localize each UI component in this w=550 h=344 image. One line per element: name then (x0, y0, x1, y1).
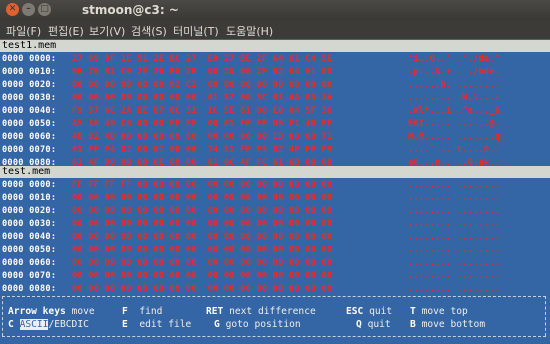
row-addr: 0000 0010: (2, 193, 57, 203)
row-addr: 0000 0010: (2, 67, 57, 77)
row-hex: 4D 02 4D 00 00 00 00 80 00 00 00 00 1D 0… (72, 132, 333, 142)
row-ascii: E6I..... ......@. (408, 119, 501, 129)
help-arrow: Arrow keys move (8, 306, 95, 317)
hexdump-row: 0000 0020: 00 00 00 00 00 00 00 00 00 00 … (0, 205, 550, 217)
hexdump-row: 0000 0050: 45 36 49 C6 00 00 FF FF 00 01 … (0, 118, 550, 130)
row-ascii: .Wl*...1 .^a..._6 (408, 106, 501, 116)
row-hex: 01 FF F4 02 60 07 00 00 74 81 FF F5 02 4… (72, 145, 333, 155)
hexdump-row: 0000 0010: 00 00 00 00 00 00 00 00 00 00 … (0, 192, 550, 204)
row-addr: 0000 0040: (2, 106, 57, 116)
row-ascii: ........ ........ (408, 180, 501, 190)
ascii-selected: ASCII (19, 319, 49, 330)
row-hex: 00 00 00 00 00 00 00 00 01 57 00 5C 81 A… (72, 93, 333, 103)
hexdump-row: 0000 0070: 00 00 00 00 00 00 00 00 00 00 … (0, 270, 550, 282)
close-window-button[interactable]: ✕ (6, 3, 19, 16)
hexdump-row: 0000 0060: 4D 02 4D 00 00 00 00 80 00 00 … (0, 131, 550, 143)
hexdump-row: 0000 0030: 00 00 00 00 00 00 00 00 01 57 … (0, 92, 550, 104)
hexdump-row: 0000 0020: 00 00 00 00 00 08 62 C2 00 00 … (0, 79, 550, 91)
help-move-top: T move top (410, 306, 468, 317)
row-addr: 0000 0020: (2, 206, 57, 216)
menu-edit[interactable]: 편집(E) (48, 23, 84, 39)
maximize-window-button[interactable]: □ (38, 3, 51, 16)
hexdump-row: 0000 0080: 00 00 00 00 00 00 00 00 00 00 … (0, 283, 550, 295)
row-addr: 0000 0040: (2, 232, 57, 242)
row-hex: 00 00 00 00 00 00 00 00 00 00 00 00 00 0… (72, 206, 333, 216)
row-ascii: ........ ........ (408, 258, 501, 268)
row-ascii: 'i..Q..' .'./da.^ (408, 54, 501, 64)
help-next-diff: RET next difference (206, 306, 316, 317)
hexdump-row: 0000 0010: 9B 70 81 C0 2E 26 B6 2B 00 20 … (0, 66, 550, 78)
help-bottom-border (2, 336, 546, 337)
row-ascii: ....`... t....O.. (408, 145, 501, 155)
row-ascii: ........ ........ (408, 193, 501, 203)
help-left-border (2, 296, 3, 336)
help-q-quit: Q quit (356, 319, 391, 330)
row-ascii: ........ .W.\...: (408, 93, 501, 103)
row-hex: 9B 70 81 C0 2E 26 B6 2B 00 20 00 2F 62 6… (72, 67, 333, 77)
row-addr: 0000 0020: (2, 80, 57, 90)
help-top-border (2, 296, 546, 297)
row-hex: 00 00 00 00 00 00 00 00 00 00 00 00 00 0… (72, 193, 333, 203)
row-hex: 00 00 00 00 00 00 00 00 00 00 00 00 00 0… (72, 219, 333, 229)
hexdump-row: 0000 0000: FF FF FF FF 00 00 00 00 00 00 … (0, 179, 550, 191)
row-hex: 00 00 00 00 00 00 00 00 00 00 00 00 00 0… (72, 284, 333, 294)
row-ascii: ........ ........ (408, 271, 501, 281)
row-ascii: ........ ........ (408, 219, 501, 229)
row-hex: 00 00 00 00 00 00 00 00 00 00 00 00 00 0… (72, 245, 333, 255)
title-bar[interactable]: ✕ – □ stmoon@c3: ~ (0, 0, 550, 20)
pane2-filename: test.mem (0, 166, 550, 178)
row-addr: 0000 0050: (2, 119, 57, 129)
hexdump-row: 0000 0070: 01 FF F4 02 60 07 00 00 74 81 … (0, 144, 550, 156)
hexdump-row: 0000 0000: 27 69 9F 1E 51 2E BC 27 EA 27 … (0, 53, 550, 65)
row-addr: 0000 0060: (2, 132, 57, 142)
row-ascii: ......b. ........ (408, 80, 501, 90)
help-find: F find (122, 306, 163, 317)
hexdump-row: 0000 0040: F9 57 6C 2A BE D7 0C 31 1C 5E … (0, 105, 550, 117)
menu-search[interactable]: 검색(S) (131, 23, 167, 39)
row-addr: 0000 0080: (2, 284, 57, 294)
minimize-window-button[interactable]: – (22, 3, 35, 16)
row-addr: 0000 0070: (2, 271, 57, 281)
hexdump-row: 0000 0050: 00 00 00 00 00 00 00 00 00 00 … (0, 244, 550, 256)
row-ascii: ........ ........ (408, 284, 501, 294)
row-addr: 0000 0060: (2, 258, 57, 268)
pane1-filename: test1.mem (0, 40, 550, 52)
menu-terminal[interactable]: 터미널(T) (173, 23, 219, 39)
help-charset: C ASCII/EBCDIC (8, 319, 89, 330)
window-title: stmoon@c3: ~ (82, 3, 179, 17)
row-addr: 0000 0000: (2, 54, 57, 64)
hexdump-row: 0000 0030: 00 00 00 00 00 00 00 00 00 00 … (0, 218, 550, 230)
hexdump-row: 0000 0040: 00 00 00 00 00 00 00 00 00 00 … (0, 231, 550, 243)
help-goto: G goto position (214, 319, 301, 330)
row-hex: 00 00 00 00 00 08 62 C2 00 00 00 00 00 0… (72, 80, 333, 90)
row-ascii: .p...&.+ . ./bda. (408, 67, 501, 77)
row-hex: 45 36 49 C6 00 00 FF FF 00 01 FF FF 05 F… (72, 119, 333, 129)
row-hex: F9 57 6C 2A BE D7 0C 31 1C 5E 61 00 E0 0… (72, 106, 333, 116)
help-esc-quit: ESC quit (346, 306, 393, 317)
help-move-bottom: B move bottom (410, 319, 486, 330)
terminal-window: ✕ – □ stmoon@c3: ~ 파일(F) 편집(E) 보기(V) 검색(… (0, 0, 550, 344)
row-ascii: ........ ........ (408, 206, 501, 216)
row-ascii: M.M..... .......q (408, 132, 501, 142)
row-hex: 00 00 00 00 00 00 00 00 00 00 00 00 00 0… (72, 271, 333, 281)
row-hex: FF FF FF FF 00 00 00 00 00 00 00 00 00 0… (72, 180, 333, 190)
row-addr: 0000 0030: (2, 219, 57, 229)
menu-bar: 파일(F) 편집(E) 보기(V) 검색(S) 터미널(T) 도움말(H) (0, 20, 550, 39)
help-edit-file: E edit file (122, 319, 192, 330)
row-hex: 27 69 9F 1E 51 2E BC 27 EA 27 BE 2F 64 6… (72, 54, 333, 64)
row-hex: 00 00 00 00 00 00 00 00 00 00 00 00 00 0… (72, 258, 333, 268)
row-hex: 00 00 00 00 00 00 00 00 00 00 00 00 00 0… (72, 232, 333, 242)
terminal-area[interactable]: test1.mem 0000 0000: 27 69 9F 1E 51 2E BC… (0, 39, 550, 344)
menu-view[interactable]: 보기(V) (89, 23, 125, 39)
row-ascii: ........ ........ (408, 232, 501, 242)
row-addr: 0000 0070: (2, 145, 57, 155)
menu-help[interactable]: 도움말(H) (226, 23, 273, 39)
help-right-border (545, 296, 546, 336)
row-ascii: ........ ........ (408, 245, 501, 255)
row-addr: 0000 0000: (2, 180, 57, 190)
hexdump-row: 0000 0060: 00 00 00 00 00 00 00 00 00 00 … (0, 257, 550, 269)
row-addr: 0000 0050: (2, 245, 57, 255)
menu-file[interactable]: 파일(F) (6, 23, 41, 39)
row-addr: 0000 0030: (2, 93, 57, 103)
